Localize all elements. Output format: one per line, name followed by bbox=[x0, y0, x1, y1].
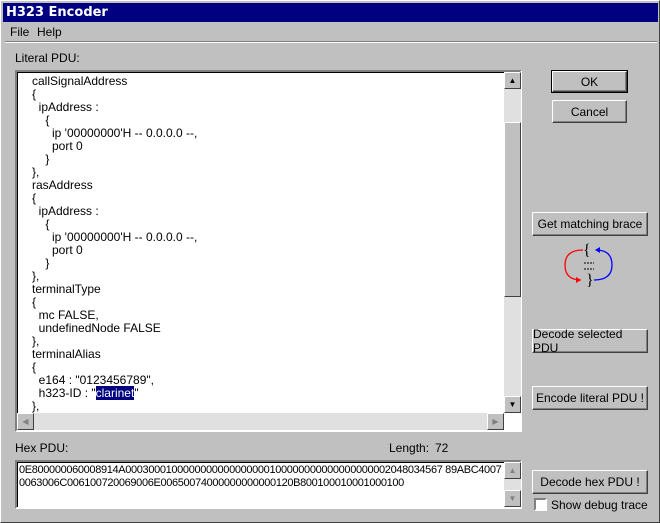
show-debug-trace-label[interactable]: Show debug trace bbox=[551, 498, 648, 512]
code-line: }, bbox=[32, 399, 40, 413]
show-debug-trace-checkbox[interactable] bbox=[534, 498, 547, 511]
menu-bar: File Help bbox=[3, 23, 658, 41]
code-line: port 0 bbox=[32, 139, 83, 153]
literal-pdu-textarea[interactable]: callSignalAddress{ ipAddress : { ip '000… bbox=[15, 70, 522, 432]
scroll-down-arrow-icon[interactable]: ▼ bbox=[504, 396, 521, 413]
scroll-right-arrow-icon[interactable]: ▶ bbox=[487, 413, 504, 430]
code-line: terminalAlias bbox=[32, 347, 101, 361]
code-line: ipAddress : bbox=[32, 204, 99, 218]
cancel-button[interactable]: Cancel bbox=[552, 100, 627, 123]
code-line: } bbox=[32, 152, 50, 166]
hex-line: 0E800000060008914A0003000100000000000000… bbox=[19, 464, 502, 476]
code-line: callSignalAddress bbox=[32, 74, 128, 88]
hex-pdu-label: Hex PDU: bbox=[15, 441, 69, 455]
hex-pdu-text[interactable]: 0E800000060008914A0003000100000000000000… bbox=[19, 464, 502, 490]
literal-pdu-label: Literal PDU: bbox=[15, 51, 80, 65]
decode-hex-pdu-button[interactable]: Decode hex PDU ! bbox=[532, 470, 648, 494]
code-line: port 0 bbox=[32, 243, 83, 257]
literal-pdu-text[interactable]: callSignalAddress{ ipAddress : { ip '000… bbox=[32, 75, 197, 413]
selected-text: clarinet bbox=[95, 386, 135, 400]
main-window: H323 Encoder File Help Literal PDU: call… bbox=[0, 0, 660, 523]
code-line: h323-ID : "clarinet" bbox=[32, 386, 139, 400]
horizontal-scrollbar[interactable]: ◀ ▶ bbox=[17, 413, 504, 430]
scroll-up-arrow-icon[interactable]: ▲ bbox=[504, 72, 521, 89]
code-line: } bbox=[32, 256, 50, 270]
get-matching-brace-button[interactable]: Get matching brace bbox=[532, 212, 648, 236]
menu-separator bbox=[5, 41, 657, 43]
scroll-thumb[interactable] bbox=[504, 122, 521, 297]
code-line: terminalType bbox=[32, 282, 101, 296]
hex-pdu-textarea[interactable]: 0E800000060008914A0003000100000000000000… bbox=[15, 460, 522, 509]
length-label: Length: bbox=[389, 441, 430, 455]
vertical-scrollbar[interactable]: ▲ ▼ bbox=[504, 72, 521, 413]
menu-help[interactable]: Help bbox=[37, 25, 62, 39]
hex-line: 0063006C006100720069006E0065007400000000… bbox=[19, 477, 404, 489]
hex-scroll-up-arrow-icon[interactable]: ▲ bbox=[504, 462, 521, 479]
hex-scroll-down-arrow-icon[interactable]: ▼ bbox=[504, 490, 521, 507]
title-bar: H323 Encoder bbox=[3, 3, 658, 22]
length-value: 72 bbox=[435, 441, 449, 455]
code-line: rasAddress bbox=[32, 178, 93, 192]
ok-button[interactable]: OK bbox=[551, 70, 628, 93]
svg-text:{: { bbox=[583, 242, 591, 259]
svg-text:}: } bbox=[586, 272, 594, 289]
encode-literal-pdu-button[interactable]: Encode literal PDU ! bbox=[532, 386, 648, 410]
code-line: undefinedNode FALSE bbox=[32, 321, 161, 335]
scroll-left-arrow-icon[interactable]: ◀ bbox=[17, 413, 34, 430]
decode-selected-pdu-button[interactable]: Decode selected PDU bbox=[532, 327, 648, 355]
hex-vertical-scrollbar[interactable]: ▲ ▼ bbox=[504, 462, 521, 507]
code-line: ipAddress : bbox=[32, 100, 99, 114]
matching-brace-icon: { } bbox=[564, 242, 613, 289]
menu-file[interactable]: File bbox=[10, 25, 29, 39]
